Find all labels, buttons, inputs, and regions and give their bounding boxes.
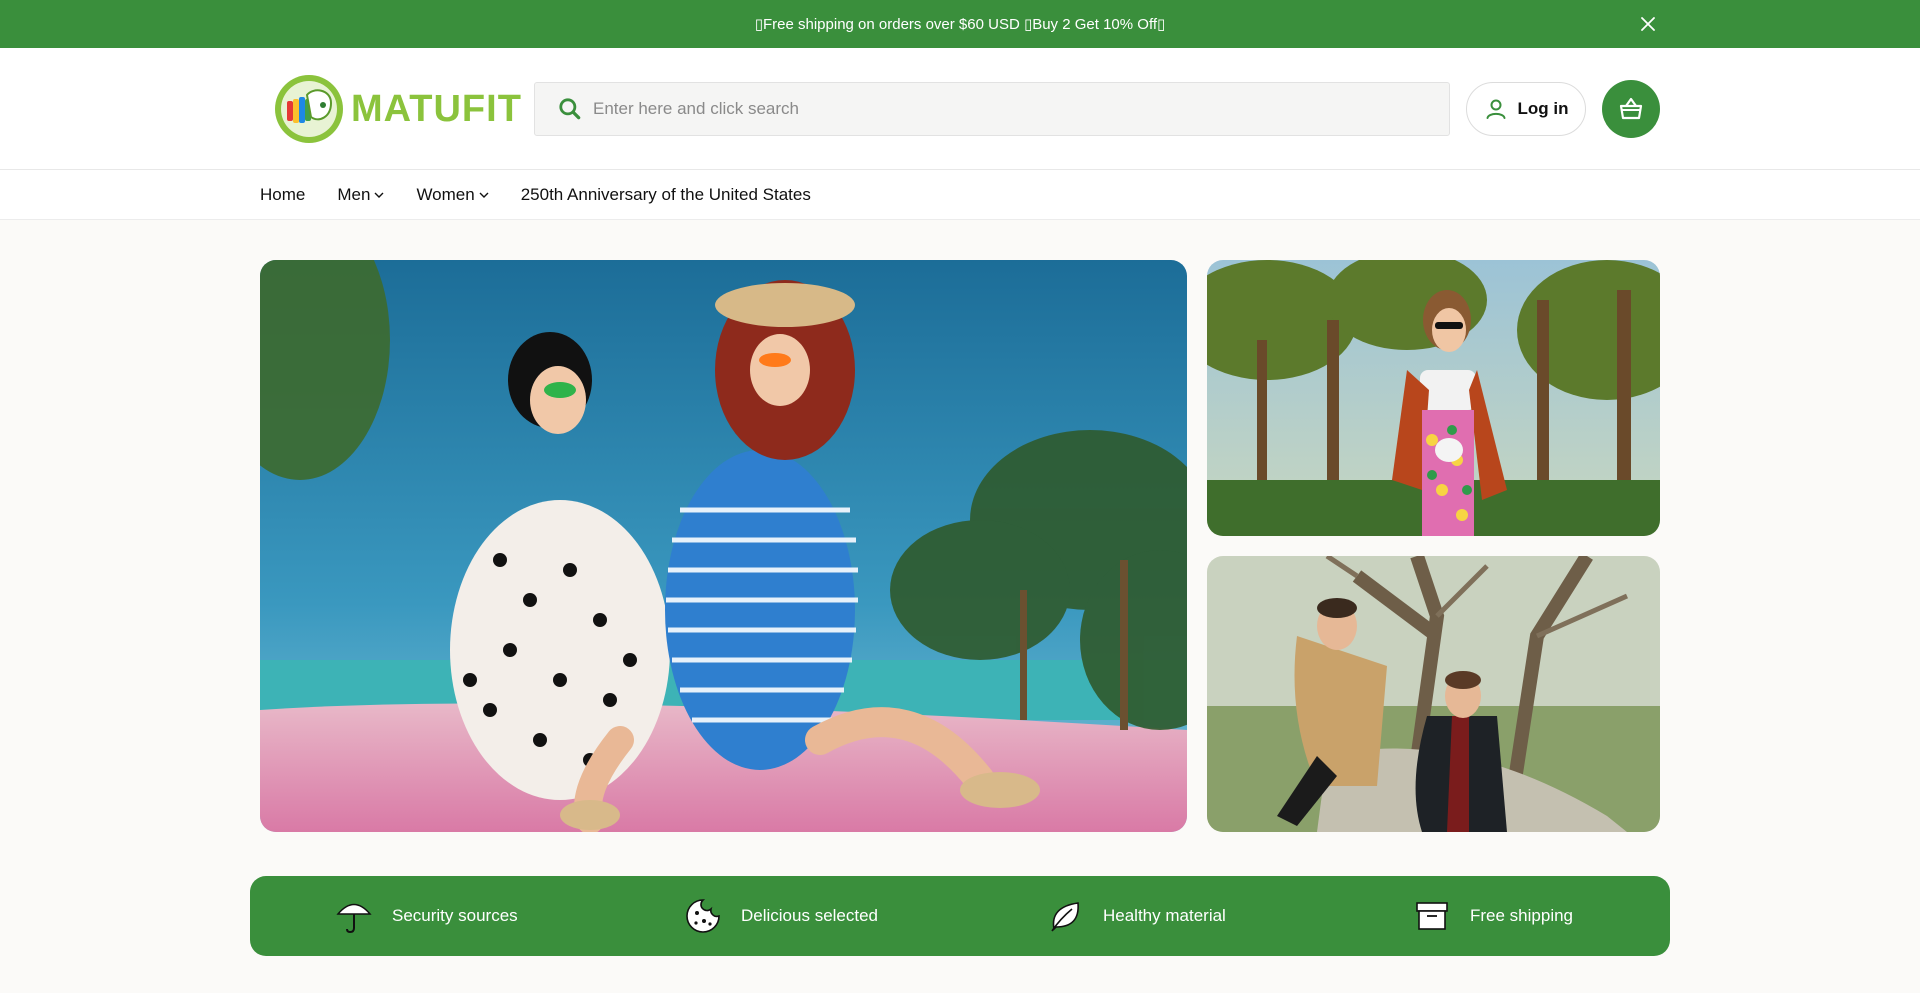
feature-delicious: Delicious selected — [683, 896, 878, 936]
nav-item-men[interactable]: Men — [337, 185, 384, 205]
nav-item-anniversary[interactable]: 250th Anniversary of the United States — [521, 185, 811, 205]
hero-side-image-top[interactable] — [1207, 260, 1660, 536]
hero-side-image-bottom[interactable] — [1207, 556, 1660, 832]
announcement-text: ▯Free shipping on orders over $60 USD ▯B… — [754, 16, 1166, 33]
cookie-icon — [683, 896, 723, 936]
nav-item-women[interactable]: Women — [416, 184, 489, 205]
palm-woman-photo — [1207, 260, 1660, 536]
feature-security: Security sources — [334, 896, 518, 936]
box-icon — [1412, 896, 1452, 936]
nav-label: 250th Anniversary of the United States — [520, 184, 811, 204]
search-icon[interactable] — [557, 96, 583, 122]
chevron-down-icon — [374, 192, 384, 198]
close-icon[interactable] — [1636, 12, 1660, 36]
nav-label: Women — [416, 184, 475, 204]
feature-label: Security sources — [392, 906, 518, 925]
logo-mark-icon — [275, 75, 343, 143]
login-button[interactable]: Log in — [1466, 82, 1586, 136]
logo[interactable]: MATUFIT — [273, 73, 522, 145]
feature-label: Free shipping — [1470, 906, 1574, 925]
nav-item-home[interactable]: Home — [260, 185, 305, 205]
search-input[interactable] — [593, 99, 1393, 119]
user-icon — [1486, 99, 1505, 119]
feature-shipping: Free shipping — [1412, 896, 1573, 936]
feature-label: Healthy material — [1103, 906, 1226, 925]
features-bar: Security sources Delicious selected Heal… — [250, 876, 1670, 956]
site-header: MATUFIT Log in — [0, 48, 1920, 170]
umbrella-icon — [334, 896, 374, 936]
beach-fashion-photo — [260, 260, 1187, 832]
feature-label: Delicious selected — [741, 906, 879, 925]
main-nav: Home Men Women 250th Anniversary of the … — [0, 170, 1920, 220]
chevron-down-icon — [479, 192, 489, 198]
hero-main-image[interactable] — [260, 260, 1187, 832]
basket-icon — [1619, 97, 1643, 120]
login-label: Log in — [1517, 99, 1569, 118]
announcement-bar: ▯Free shipping on orders over $60 USD ▯B… — [0, 0, 1920, 48]
cart-button[interactable] — [1602, 80, 1660, 138]
nav-label: Men — [337, 184, 371, 204]
leaf-icon — [1045, 896, 1085, 936]
men-outdoor-photo — [1207, 556, 1660, 832]
nav-label: Home — [260, 184, 306, 204]
logo-text: MATUFIT — [351, 87, 522, 130]
feature-healthy: Healthy material — [1045, 896, 1226, 936]
hero-section — [260, 260, 1660, 832]
search-bar[interactable] — [534, 82, 1450, 136]
